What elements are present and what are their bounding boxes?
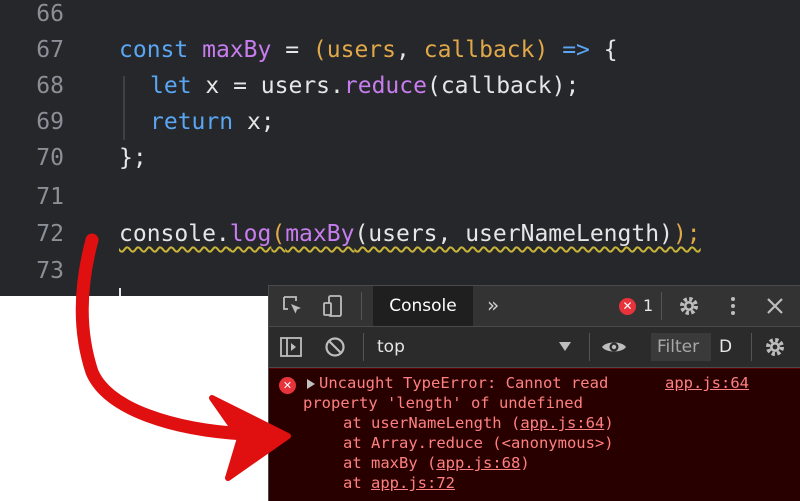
line-number: 70 [36, 145, 64, 171]
code-line-70: 70 }; [0, 140, 800, 176]
console-error-message[interactable]: ✕ Uncaught TypeError: Cannot read proper… [269, 368, 800, 501]
devtools-tabbar: Console » ✕ 1 [269, 286, 800, 327]
line-number: 66 [36, 1, 64, 27]
code-line-73: 73 [0, 253, 800, 289]
code-text-with-warning: console.log(maxBy(users, userNameLength)… [119, 221, 701, 247]
error-text-line2: property 'length' of undefined [303, 394, 583, 412]
error-source-link[interactable]: app.js:64 [665, 373, 749, 393]
code-line-72: 72 console.log(maxBy(users, userNameLeng… [0, 216, 800, 252]
code-text: let x = users.reduce(callback); [150, 73, 580, 99]
line-number: 67 [36, 37, 64, 63]
divider [661, 292, 662, 320]
divider [363, 333, 364, 361]
gear-icon[interactable] [677, 294, 701, 318]
filter-input[interactable]: Filter [651, 333, 711, 361]
text-cursor [119, 288, 121, 296]
divider [361, 292, 362, 320]
stack-link[interactable]: app.js:64 [520, 414, 604, 432]
eye-icon[interactable] [601, 335, 626, 359]
code-line-68: 68 let x = users.reduce(callback); [0, 68, 800, 104]
kebab-icon[interactable] [721, 294, 745, 318]
close-icon[interactable] [763, 294, 787, 318]
code-text: }; [119, 145, 147, 171]
line-number: 69 [36, 109, 64, 135]
devtools-panel: Console » ✕ 1 top Filter D ✕ Uncaught Ty… [268, 285, 800, 501]
device-icon[interactable] [321, 294, 345, 318]
error-text-line1: Uncaught TypeError: Cannot read [319, 374, 609, 392]
tab-console[interactable]: Console [373, 286, 473, 326]
code-editor[interactable]: 66 67 const maxBy = (users, callback) =>… [0, 0, 800, 296]
line-number: 73 [36, 258, 64, 284]
error-count: 1 [643, 296, 654, 315]
line-number: 72 [36, 221, 64, 247]
stack-link[interactable]: app.js:68 [436, 454, 520, 472]
code-text: return x; [150, 109, 275, 135]
stack-frame: at userNameLength (app.js:64) [343, 414, 614, 432]
inspect-icon[interactable] [281, 294, 305, 318]
code-line-66: 66 [0, 0, 800, 32]
stack-frame: at maxBy (app.js:68) [343, 454, 530, 472]
clear-icon[interactable] [323, 335, 347, 359]
code-line-67: 67 const maxBy = (users, callback) => { [0, 32, 800, 68]
line-number: 68 [36, 73, 64, 99]
divider [589, 333, 590, 361]
line-number: 71 [36, 184, 64, 210]
console-toolbar: top Filter D [269, 327, 800, 368]
log-levels-dropdown[interactable]: D [719, 327, 732, 367]
sidebar-icon[interactable] [279, 335, 303, 359]
stack-link[interactable]: app.js:72 [371, 474, 455, 492]
code-line-71: 71 [0, 179, 800, 215]
expand-triangle-icon[interactable] [307, 379, 315, 389]
more-tabs-icon[interactable]: » [487, 286, 499, 326]
settings-icon[interactable] [763, 335, 787, 359]
error-icon: ✕ [279, 377, 296, 394]
stack-frame: at Array.reduce (<anonymous>) [343, 434, 614, 452]
code-line-69: 69 return x; [0, 104, 800, 140]
code-text: const maxBy = (users, callback) => { [119, 37, 618, 63]
stack-frame: at app.js:72 [343, 474, 455, 492]
divider [751, 333, 752, 361]
context-selector[interactable]: top [377, 327, 405, 367]
error-icon: ✕ [619, 298, 636, 315]
dropdown-arrow-icon[interactable] [559, 342, 571, 351]
